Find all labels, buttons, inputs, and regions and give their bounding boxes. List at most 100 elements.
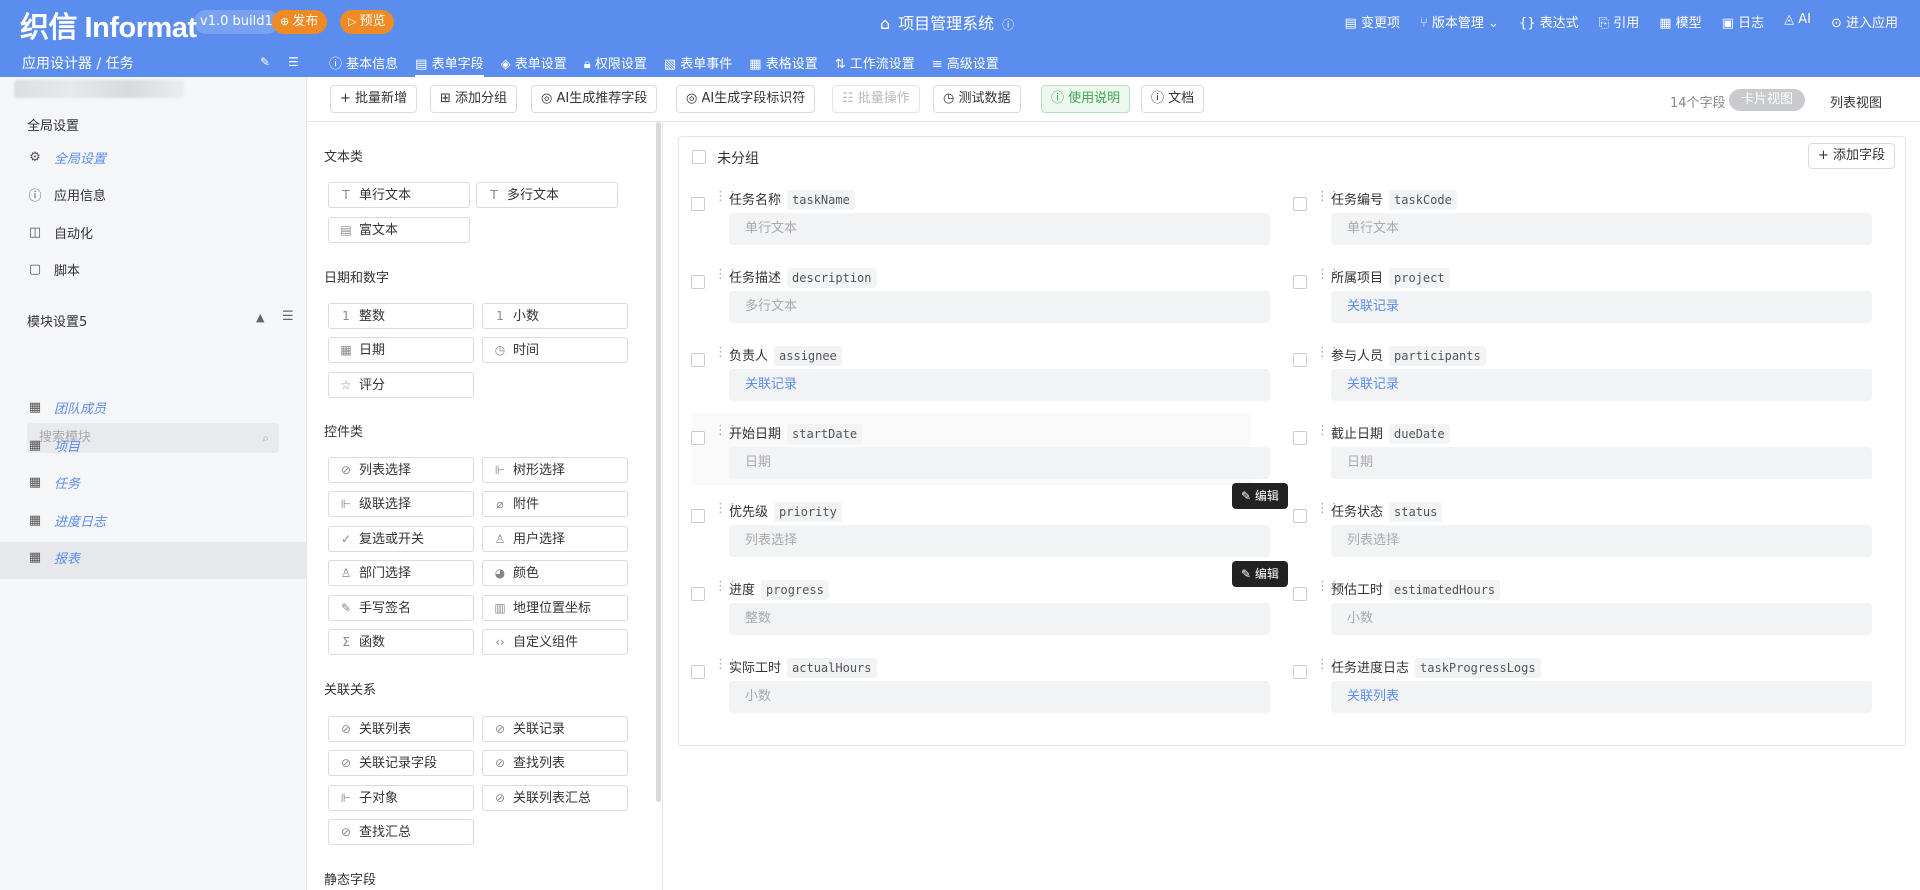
preview-button[interactable]: ▷ 预览 <box>340 10 395 34</box>
add-group-button[interactable]: ⊞ 添加分组 <box>430 85 518 113</box>
form-field[interactable]: ⋮⋮ 任务名称 taskName 单行文本 <box>691 179 1270 251</box>
field-checkbox[interactable] <box>691 509 705 523</box>
palette-item-related-record[interactable]: ⊘ 关联记录 <box>482 716 628 742</box>
palette-item-function[interactable]: Σ 函数 <box>328 629 474 655</box>
sidebar-item-progress-log[interactable]: ▦ 进度日志 <box>28 511 106 530</box>
version-nav[interactable]: ⑂ 版本管理 ⌄ <box>1420 12 1499 31</box>
palette-item-integer[interactable]: 1 整数 <box>328 303 474 329</box>
tab-form-settings[interactable]: ◈ 表单设置 <box>501 53 567 77</box>
palette-item-rating[interactable]: ☆ 评分 <box>328 372 474 398</box>
palette-item-geo-location[interactable]: ▥ 地理位置坐标 <box>482 595 628 621</box>
palette-item-decimal[interactable]: 1 小数 <box>482 303 628 329</box>
palette-item-cascade-select[interactable]: ⊩ 级联选择 <box>328 491 474 517</box>
model-nav[interactable]: ▦ 模型 <box>1659 12 1701 31</box>
sidebar-item-reports[interactable]: ▦ 报表 <box>28 548 80 567</box>
palette-item-custom-component[interactable]: ‹› 自定义组件 <box>482 629 628 655</box>
tab-form-fields[interactable]: ▤ 表单字段 <box>415 53 485 77</box>
edit-start-date-button[interactable]: ✎ 编辑 <box>1232 483 1288 509</box>
palette-item-checkbox[interactable]: ✓ 复选或开关 <box>328 526 474 552</box>
list-menu-icon[interactable]: ☰ <box>282 309 294 324</box>
sidebar-item-tasks[interactable]: ▦ 任务 <box>28 473 80 492</box>
add-field-button[interactable]: + 添加字段 <box>1807 143 1895 169</box>
form-field[interactable]: ⋮⋮ 预估工时 estimatedHours 小数 <box>1293 569 1872 641</box>
expression-nav[interactable]: {} 表达式 <box>1519 12 1579 31</box>
edit-icon[interactable]: ✎ <box>260 55 270 69</box>
enter-app-nav[interactable]: ⊙ 进入应用 <box>1831 12 1898 31</box>
ai-nav[interactable]: ◬ AI <box>1784 12 1811 31</box>
field-checkbox[interactable] <box>691 431 705 445</box>
palette-item-user-select[interactable]: ♙ 用户选择 <box>482 526 628 552</box>
field-checkbox[interactable] <box>1293 665 1307 679</box>
palette-item-related-list-summary[interactable]: ⊘ 关联列表汇总 <box>482 785 628 811</box>
tab-form-events[interactable]: ▧ 表单事件 <box>664 53 732 77</box>
field-checkbox[interactable] <box>691 665 705 679</box>
usage-guide-button[interactable]: ⓘ 使用说明 <box>1041 85 1131 113</box>
palette-item-single-text[interactable]: T 单行文本 <box>328 182 470 208</box>
reference-nav[interactable]: ⎘ 引用 <box>1599 12 1640 31</box>
sidebar-item-app-info[interactable]: ⓘ 应用信息 <box>28 185 106 204</box>
tab-permissions[interactable]: 🔒︎ 权限设置 <box>584 53 647 77</box>
palette-item-dept-select[interactable]: ♙ 部门选择 <box>328 560 474 586</box>
field-checkbox[interactable] <box>1293 431 1307 445</box>
list-view-toggle[interactable]: 列表视图 <box>1830 92 1882 111</box>
publish-button[interactable]: ⊕ 发布 <box>272 10 328 34</box>
field-checkbox[interactable] <box>1293 353 1307 367</box>
palette-item-sub-object[interactable]: ⊩ 子对象 <box>328 785 474 811</box>
field-checkbox[interactable] <box>691 275 705 289</box>
palette-item-lookup-summary[interactable]: ⊘ 查找汇总 <box>328 819 474 845</box>
palette-item-time[interactable]: ◷ 时间 <box>482 337 628 363</box>
field-checkbox[interactable] <box>691 353 705 367</box>
form-field[interactable]: ⋮⋮ 进度 progress 整数 <box>691 569 1270 641</box>
docs-button[interactable]: ⓘ 文档 <box>1141 85 1205 113</box>
ai-recommend-fields-button[interactable]: ◎ AI生成推荐字段 <box>531 85 658 113</box>
sidebar-item-script[interactable]: ▢ 脚本 <box>28 260 80 279</box>
sort-up-icon[interactable]: ▲ <box>256 311 264 324</box>
group-checkbox[interactable] <box>692 150 706 164</box>
ai-field-identifier-button[interactable]: ◎ AI生成字段标识符 <box>676 85 816 113</box>
palette-item-color[interactable]: ◕ 颜色 <box>482 560 628 586</box>
field-checkbox[interactable] <box>691 587 705 601</box>
batch-operation-button[interactable]: ☷ 批量操作 <box>832 85 920 113</box>
palette-item-related-list[interactable]: ⊘ 关联列表 <box>328 716 474 742</box>
field-checkbox[interactable] <box>1293 509 1307 523</box>
palette-item-tree-select[interactable]: ⊩ 树形选择 <box>482 457 628 483</box>
form-field[interactable]: ⋮⋮ 参与人员 participants 关联记录 <box>1293 335 1872 407</box>
batch-add-button[interactable]: + 批量新增 <box>330 85 418 113</box>
tab-basic-info[interactable]: ⓘ 基本信息 <box>329 53 398 77</box>
help-icon[interactable]: ⓘ <box>1002 18 1014 32</box>
form-field[interactable]: ⋮⋮ 任务状态 status 列表选择 <box>1293 491 1872 563</box>
field-checkbox[interactable] <box>1293 587 1307 601</box>
form-field[interactable]: ⋮⋮ 优先级 priority 列表选择 <box>691 491 1270 563</box>
log-nav[interactable]: ▣ 日志 <box>1722 12 1764 31</box>
field-checkbox[interactable] <box>1293 275 1307 289</box>
palette-item-list-select[interactable]: ⊘ 列表选择 <box>328 457 474 483</box>
sidebar-item-automation[interactable]: ◫ 自动化 <box>28 223 93 242</box>
card-view-toggle[interactable]: 卡片视图 <box>1729 89 1806 111</box>
palette-item-multi-text[interactable]: T 多行文本 <box>476 182 618 208</box>
form-field[interactable]: ⋮⋮ 任务编号 taskCode 单行文本 <box>1293 179 1872 251</box>
palette-item-lookup-list[interactable]: ⊘ 查找列表 <box>482 750 628 776</box>
palette-item-related-record-field[interactable]: ⊘ 关联记录字段 <box>328 750 474 776</box>
sidebar-item-global-settings[interactable]: ⚙ 全局设置 <box>28 148 106 167</box>
form-field[interactable]: ⋮⋮ 任务进度日志 taskProgressLogs 关联列表 <box>1293 647 1872 719</box>
collapse-menu-icon[interactable]: ☰ <box>288 55 299 69</box>
tab-workflow[interactable]: ⇅ 工作流设置 <box>835 53 915 77</box>
sidebar-item-projects[interactable]: ▦ 项目 <box>28 436 80 455</box>
palette-scrollbar[interactable] <box>656 122 661 802</box>
tab-table-settings[interactable]: ▦ 表格设置 <box>749 53 817 77</box>
test-data-button[interactable]: ◷ 测试数据 <box>933 85 1021 113</box>
form-field[interactable]: ⋮⋮ 开始日期 startDate 日期 <box>691 413 1270 485</box>
form-field[interactable]: ⋮⋮ 负责人 assignee 关联记录 <box>691 335 1270 407</box>
form-field[interactable]: ⋮⋮ 所属项目 project 关联记录 <box>1293 257 1872 329</box>
sidebar-item-team-members[interactable]: ▦ 团队成员 <box>28 398 106 417</box>
edit-priority-button[interactable]: ✎ 编辑 <box>1232 561 1288 587</box>
form-field[interactable]: ⋮⋮ 实际工时 actualHours 小数 <box>691 647 1270 719</box>
palette-item-rich-text[interactable]: ▤ 富文本 <box>328 217 470 243</box>
form-field[interactable]: ⋮⋮ 截止日期 dueDate 日期 <box>1293 413 1872 485</box>
changes-nav[interactable]: ▤ 变更项 <box>1345 12 1400 31</box>
palette-item-attachment[interactable]: ⌀ 附件 <box>482 491 628 517</box>
form-field[interactable]: ⋮⋮ 任务描述 description 多行文本 <box>691 257 1270 329</box>
field-checkbox[interactable] <box>691 197 705 211</box>
palette-item-date[interactable]: ▦ 日期 <box>328 337 474 363</box>
tab-advanced[interactable]: ≡ 高级设置 <box>932 53 999 77</box>
